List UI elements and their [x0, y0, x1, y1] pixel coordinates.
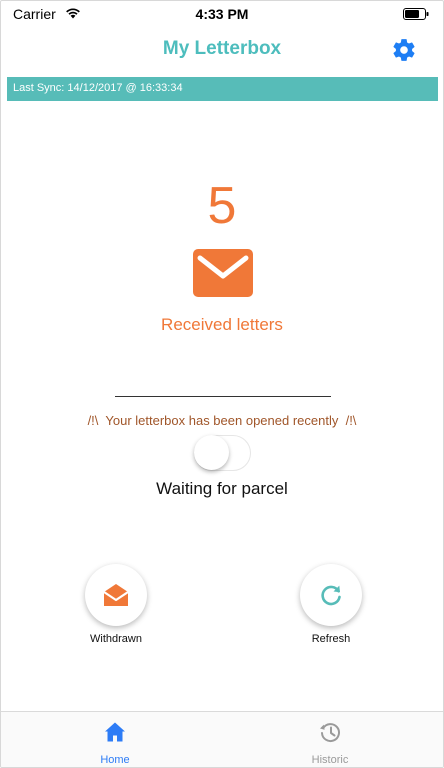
withdrawn-button[interactable]	[85, 564, 147, 626]
sync-banner: Last Sync: 14/12/2017 @ 16:33:34	[7, 77, 438, 101]
divider	[115, 396, 331, 397]
received-letters-label: Received letters	[161, 315, 283, 334]
refresh-icon	[321, 585, 341, 606]
gear-icon[interactable]	[391, 37, 417, 63]
toggle-knob	[194, 435, 229, 470]
withdrawn-label: Withdrawn	[90, 633, 142, 645]
open-envelope-icon	[103, 584, 129, 606]
tab-home-label: Home	[100, 754, 130, 766]
home-icon	[105, 722, 125, 742]
tab-historic-label: Historic	[311, 754, 349, 766]
tab-historic[interactable]: Historic	[280, 712, 380, 767]
last-sync-text: Last Sync: 14/12/2017 @ 16:33:34	[13, 82, 183, 94]
envelope-icon	[193, 249, 253, 297]
app-screen: Carrier 4:33 PM My Letterbox Last Sync: …	[0, 0, 444, 768]
status-bar: Carrier 4:33 PM	[1, 1, 443, 27]
battery-icon	[403, 8, 429, 20]
opened-alert-text: /!\ Your letterbox has been opened recen…	[87, 413, 357, 428]
waiting-parcel-label: Waiting for parcel	[156, 479, 288, 498]
page-title: My Letterbox	[162, 38, 282, 59]
refresh-label: Refresh	[311, 633, 351, 645]
tab-home[interactable]: Home	[65, 712, 165, 767]
letter-count: 5	[207, 177, 237, 235]
parcel-toggle[interactable]	[194, 435, 251, 471]
tab-bar: Home Historic	[1, 711, 443, 767]
refresh-button[interactable]	[300, 564, 362, 626]
clock-time: 4:33 PM	[195, 6, 249, 22]
navigation-bar: My Letterbox	[1, 27, 443, 75]
history-icon	[320, 723, 340, 743]
